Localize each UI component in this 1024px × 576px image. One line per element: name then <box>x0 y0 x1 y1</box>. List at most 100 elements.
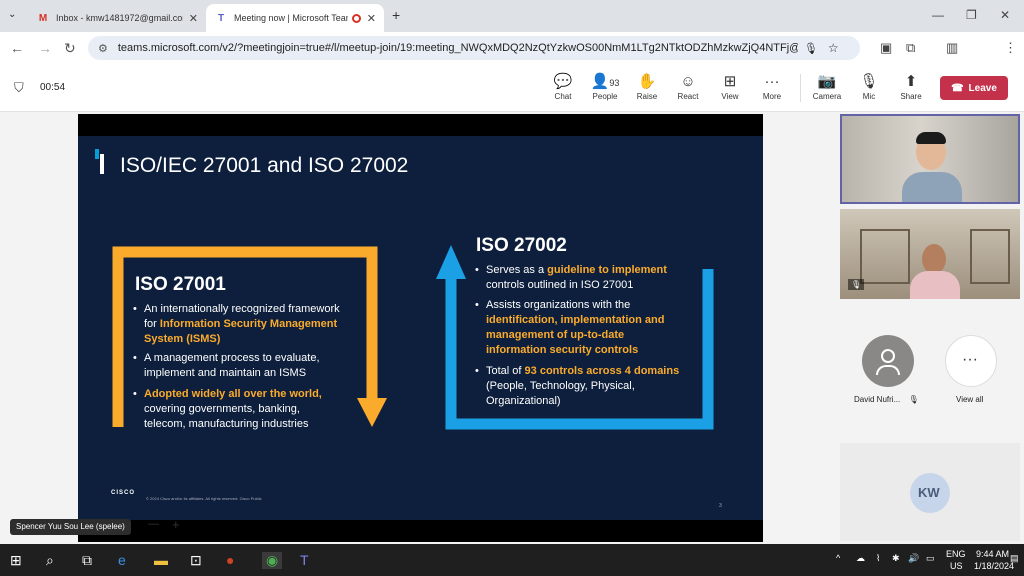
react-button[interactable]: ☺ React <box>668 72 708 101</box>
extension-icon[interactable]: ▣ <box>880 40 892 56</box>
mic-button[interactable]: 🎙 Mic <box>849 72 889 101</box>
edge-icon[interactable]: e <box>118 552 126 568</box>
shared-slide: ISO/IEC 27001 and ISO 27002 ISO 27001 • A… <box>78 114 763 542</box>
share-label: Share <box>900 92 922 101</box>
window-frame <box>970 229 1010 284</box>
search-icon[interactable]: ⌕ <box>46 552 54 569</box>
reload-icon[interactable]: ↻ <box>64 40 76 57</box>
url-text: teams.microsoft.com/v2/?meetingjoin=true… <box>117 42 798 54</box>
muted-mic-icon: 🎙 <box>908 395 919 404</box>
view-label: View <box>721 92 739 101</box>
share-icon: ⬆ <box>904 73 918 90</box>
onedrive-icon[interactable]: ☁ <box>856 553 865 564</box>
chat-icon: 💬 <box>553 73 573 90</box>
view-all-button[interactable]: ··· <box>945 335 997 387</box>
task-view-icon[interactable]: ⧉ <box>82 552 92 569</box>
slide-page-number: 3 <box>719 503 722 509</box>
iso27001-bullet: • A management process to evaluate, imple… <box>133 352 320 379</box>
participant-tile-kw[interactable]: KW <box>840 443 1020 541</box>
wifi-icon[interactable]: ⌇ <box>876 553 880 564</box>
raise-hand-button[interactable]: ✋ Raise <box>627 72 667 101</box>
show-hidden-icons[interactable]: ^ <box>836 553 840 563</box>
windows-taskbar: ⊞ ⌕ ⧉ e ▬ ⊡ ● ◉ T ^ ☁ ⌇ ✱ 🔊 ▭ ENG US 9:4… <box>0 544 1024 576</box>
chrome-icon[interactable]: ◉ <box>262 552 283 569</box>
menu-kebab-icon[interactable]: ⋮ <box>1004 40 1017 56</box>
person-icon <box>881 349 895 363</box>
language-indicator[interactable]: ENG <box>946 549 966 559</box>
more-button[interactable]: ··· More <box>752 72 792 101</box>
gmail-icon: M <box>38 12 48 24</box>
microphone-icon[interactable]: 🎙 <box>804 42 818 55</box>
iso27002-bullet: • Assists organizations with the identifi… <box>475 299 665 356</box>
zoom-out-icon[interactable]: — <box>148 518 159 530</box>
slide-top-band <box>78 114 763 136</box>
people-count: 93 <box>609 78 620 88</box>
pdf-app-icon[interactable]: ● <box>226 552 234 568</box>
david-avatar[interactable] <box>862 335 914 387</box>
camera-off-icon: 📷 <box>817 73 837 90</box>
leave-label: Leave <box>968 82 997 94</box>
slide-footer: © 2024 Cisco and/or its affiliates. All … <box>146 496 262 501</box>
tab-search-icon[interactable]: ⌄ <box>8 9 16 20</box>
more-icon: ··· <box>764 73 780 90</box>
new-tab-icon[interactable]: + <box>392 7 400 23</box>
person-icon-body <box>876 365 900 375</box>
close-icon[interactable]: ✕ <box>189 12 198 25</box>
meeting-timer: 00:54 <box>40 82 66 93</box>
minimize-icon[interactable]: — <box>932 8 944 22</box>
view-button[interactable]: ⊞ View <box>710 72 750 101</box>
people-button[interactable]: 👤93 People <box>585 72 625 101</box>
react-label: React <box>677 92 699 101</box>
notification-icon[interactable]: ▤ <box>1010 553 1019 564</box>
chat-button[interactable]: 💬 Chat <box>543 72 583 101</box>
clock-date[interactable]: 1/18/2024 <box>974 561 1014 571</box>
forward-icon[interactable]: → <box>38 40 52 56</box>
close-icon[interactable]: ✕ <box>367 12 376 25</box>
store-icon[interactable]: ⊡ <box>190 552 202 569</box>
tab-teams[interactable]: T Meeting now | Microsoft Teams ✕ <box>206 4 384 32</box>
volume-icon[interactable]: 🔊 <box>908 553 919 564</box>
file-explorer-icon[interactable]: ▬ <box>154 552 168 568</box>
window-frame <box>860 229 910 284</box>
leave-button[interactable]: ☎ Leave <box>940 76 1008 100</box>
restore-icon[interactable]: ❐ <box>966 8 977 22</box>
meeting-toolbar: ⛉ 00:54 💬 Chat 👤93 People ✋ Raise ☺ Reac… <box>0 64 1024 112</box>
windows-start-icon[interactable]: ⊞ <box>10 552 22 569</box>
muted-mic-icon: 🎙 <box>848 279 865 290</box>
participant-video-tile[interactable]: 🎙 <box>840 209 1020 299</box>
url-bar[interactable]: ⚙ teams.microsoft.com/v2/?meetingjoin=tr… <box>88 36 860 60</box>
grid-icon: ⊞ <box>723 73 737 90</box>
battery-icon[interactable]: ▭ <box>926 553 935 564</box>
share-button[interactable]: ⬆ Share <box>891 72 931 101</box>
raise-label: Raise <box>636 92 658 101</box>
iso27001-bullet: • An internationally recognized framework… <box>133 303 340 345</box>
teams-taskbar-icon[interactable]: T <box>300 552 309 568</box>
puzzle-icon[interactable]: ⧉ <box>906 40 915 56</box>
clock-time[interactable]: 9:44 AM <box>976 549 1009 559</box>
cisco-logo: CISCO <box>111 490 136 496</box>
camera-button[interactable]: 📷 Camera <box>807 72 847 101</box>
chat-label: Chat <box>554 92 572 101</box>
region-indicator[interactable]: US <box>950 561 963 571</box>
site-info-icon[interactable]: ⚙ <box>98 42 108 55</box>
back-icon[interactable]: ← <box>10 40 24 56</box>
participant-shirt <box>902 172 962 202</box>
tab-gmail[interactable]: M Inbox - kmw1481972@gmail.com ✕ <box>28 4 206 32</box>
tab-title: Meeting now | Microsoft Teams <box>234 13 348 23</box>
zoom-in-icon[interactable]: + <box>172 517 180 532</box>
tab-title: Inbox - kmw1481972@gmail.com <box>56 13 183 23</box>
sidepanel-icon[interactable]: ▥ <box>946 40 958 56</box>
shield-icon: ⛉ <box>14 80 24 95</box>
toolbar-divider <box>800 74 801 102</box>
browser-tab-strip: ⌄ M Inbox - kmw1481972@gmail.com ✕ T Mee… <box>0 0 1024 32</box>
address-bar-row: ← → ↻ ⚙ teams.microsoft.com/v2/?meetingj… <box>0 32 1024 87</box>
people-icon: 👤93 <box>590 73 620 90</box>
mic-off-icon: 🎙 <box>859 73 879 90</box>
hand-icon: ✋ <box>637 73 657 90</box>
phone-hangup-icon: ☎ <box>951 82 964 94</box>
bluetooth-icon[interactable]: ✱ <box>892 553 900 564</box>
window-close-icon[interactable]: ✕ <box>1000 8 1010 22</box>
more-icon: ··· <box>962 351 978 368</box>
participant-video-tile[interactable] <box>840 114 1020 204</box>
bookmark-star-icon[interactable]: ☆ <box>828 41 839 55</box>
